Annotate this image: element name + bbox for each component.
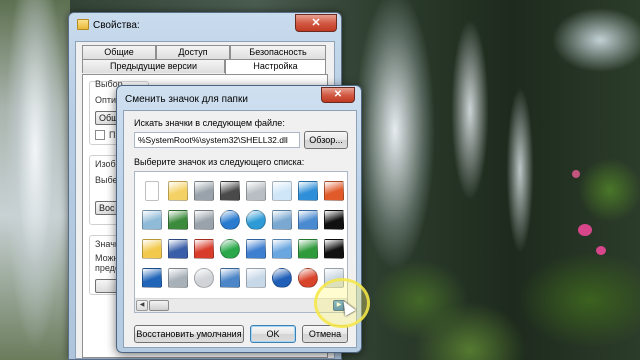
icon-cell[interactable] (269, 234, 295, 263)
restore-defaults-button[interactable]: Восстановить умолчания (134, 325, 244, 343)
icon-cell[interactable] (165, 263, 191, 292)
drive-error-icon (194, 238, 214, 259)
network-computers-icon (272, 209, 292, 230)
network-drive-icon (194, 209, 214, 230)
icon-cell[interactable] (217, 234, 243, 263)
hard-drive-icon (194, 180, 214, 201)
cd-drive-icon (220, 238, 240, 259)
arrow-drive-icon (324, 180, 344, 201)
dialog-close-button[interactable]: ✕ (321, 87, 355, 103)
icon-cell[interactable] (243, 263, 269, 292)
scroll-thumb[interactable] (149, 300, 169, 311)
wallpaper-waterfall-left (0, 0, 70, 360)
folder-star-icon (142, 238, 162, 259)
printer-icon (246, 180, 266, 201)
tab-sharing[interactable]: Доступ (156, 45, 230, 59)
icon-cell[interactable] (191, 234, 217, 263)
dialog-title: Сменить значок для папки (125, 94, 248, 105)
icon-cell[interactable] (217, 205, 243, 234)
icon-cell[interactable] (165, 234, 191, 263)
file-label: Искать значки в следующем файле: (134, 118, 285, 128)
properties-title: Свойства: (93, 20, 140, 31)
icon-cell[interactable] (139, 234, 165, 263)
wallpaper-flower (572, 170, 580, 178)
clock-cd-icon (194, 267, 214, 288)
chip-icon (220, 180, 240, 201)
server-icon (168, 209, 188, 230)
calculator-icon (246, 267, 266, 288)
tab-general[interactable]: Общие (82, 45, 156, 59)
folder-icon (77, 19, 89, 30)
blank-doc-icon (145, 180, 159, 201)
icon-cell[interactable] (269, 205, 295, 234)
wallpaper-flower (578, 224, 592, 236)
recycle-bin-icon (142, 209, 162, 230)
icon-cell[interactable] (295, 176, 321, 205)
icon-file-input[interactable] (134, 132, 300, 148)
clock-doc-icon (272, 180, 292, 201)
computer-icon (220, 267, 240, 288)
wallpaper-flower (596, 246, 606, 255)
icon-cell[interactable] (321, 176, 347, 205)
icon-cell[interactable] (191, 205, 217, 234)
tab-security[interactable]: Безопасность (230, 45, 326, 59)
tab-customize[interactable]: Настройка (225, 59, 326, 75)
black-dot-icon (324, 238, 344, 259)
tab-row: Общие Доступ Безопасность (82, 45, 326, 59)
icon-cell[interactable] (243, 205, 269, 234)
globe-icon (220, 209, 240, 230)
display-icon (298, 180, 318, 201)
tab-previous-versions[interactable]: Предыдущие версии (82, 59, 225, 73)
properties-titlebar[interactable]: Свойства: ✕ (69, 13, 341, 37)
tab-row: Предыдущие версии Настройка (82, 59, 326, 75)
icon-cell[interactable] (217, 176, 243, 205)
blue-screen-icon (142, 267, 162, 288)
icon-cell[interactable] (191, 176, 217, 205)
drive-icon (168, 267, 188, 288)
checkbox[interactable] (95, 130, 105, 140)
floppy-icon (168, 238, 188, 259)
window-settings-icon (298, 209, 318, 230)
icon-cell[interactable] (139, 205, 165, 234)
icon-grid (139, 176, 347, 294)
shortcut-icon (324, 209, 344, 230)
folder-icon (168, 180, 188, 201)
magnifier-icon (272, 238, 292, 259)
label-fragment: Можн (95, 253, 119, 263)
icon-cell[interactable] (321, 234, 347, 263)
label-fragment: Выбе (95, 175, 118, 185)
network-map-icon (246, 238, 266, 259)
icon-cell[interactable] (165, 176, 191, 205)
icon-cell[interactable] (243, 176, 269, 205)
icon-cell[interactable] (139, 176, 165, 205)
scroll-left-arrow[interactable]: ◀ (136, 300, 148, 311)
icon-cell[interactable] (295, 205, 321, 234)
close-button[interactable]: ✕ (295, 14, 337, 32)
help-icon (272, 267, 292, 288)
icon-cell[interactable] (243, 234, 269, 263)
icon-cell[interactable] (191, 263, 217, 292)
icon-cell[interactable] (139, 263, 165, 292)
icon-cell[interactable] (295, 234, 321, 263)
icon-cell[interactable] (217, 263, 243, 292)
power-icon (298, 267, 318, 288)
icon-cell[interactable] (165, 205, 191, 234)
icon-cell[interactable] (321, 205, 347, 234)
green-arrow-icon (298, 238, 318, 259)
icon-cell[interactable] (269, 263, 295, 292)
ok-button[interactable]: OK (250, 325, 296, 343)
label-fragment: Опти (95, 95, 117, 105)
icon-list-label: Выберите значок из следующего списка: (134, 157, 305, 167)
icon-cell[interactable] (269, 176, 295, 205)
browse-button[interactable]: Обзор... (304, 131, 348, 149)
icon-cell[interactable] (295, 263, 321, 292)
globe-net-icon (246, 209, 266, 230)
